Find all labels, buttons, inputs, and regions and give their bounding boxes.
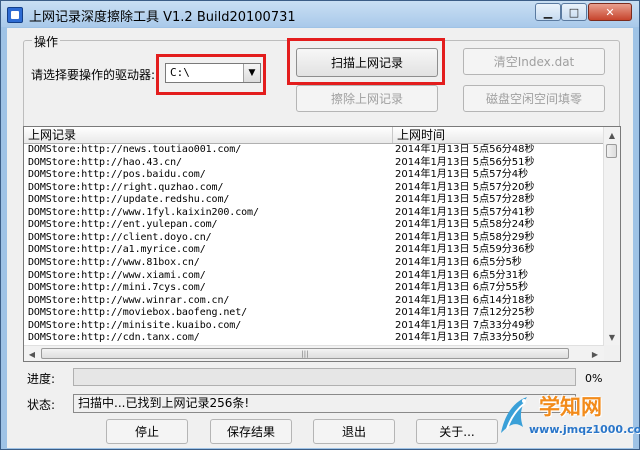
record-time-cell: 2014年1月13日 5点56分48秒 bbox=[395, 144, 535, 155]
record-time-cell: 2014年1月13日 5点57分4秒 bbox=[395, 169, 529, 181]
record-url-cell: DOMStore:http://a1.myrice.com/ bbox=[28, 244, 206, 256]
record-time-cell: 2014年1月13日 5点57分20秒 bbox=[395, 181, 535, 193]
record-time-cell: 2014年1月13日 5点59分36秒 bbox=[395, 244, 535, 256]
record-url-cell: DOMStore:http://mini.7cys.com/ bbox=[28, 282, 206, 294]
table-row[interactable]: DOMStore:http://www.winrar.com.cn/2014年1… bbox=[24, 295, 604, 307]
table-row[interactable]: DOMStore:http://a1.myrice.com/2014年1月13日… bbox=[24, 244, 604, 256]
save-results-button-label: 保存结果 bbox=[226, 425, 275, 439]
record-url-cell: DOMStore:http://news.toutiao001.com/ bbox=[28, 144, 242, 155]
about-button-label: 关于... bbox=[439, 425, 475, 439]
record-time-cell: 2014年1月13日 5点56分51秒 bbox=[395, 156, 535, 168]
vertical-scroll-thumb[interactable] bbox=[606, 144, 617, 158]
save-results-button[interactable]: 保存结果 bbox=[210, 419, 292, 444]
list-header: 上网记录 上网时间 bbox=[24, 127, 604, 144]
erase-button[interactable]: 擦除上网记录 bbox=[296, 85, 438, 112]
record-url-cell: DOMStore:http://pos.baidu.com/ bbox=[28, 169, 206, 181]
records-list[interactable]: 上网记录 上网时间 DOMStore:http://news.toutiao00… bbox=[23, 126, 621, 362]
clear-index-button[interactable]: 清空Index.dat bbox=[463, 48, 605, 75]
fill-free-space-button-label: 磁盘空闲空间填零 bbox=[485, 92, 582, 106]
stop-button-label: 停止 bbox=[134, 425, 159, 439]
record-time-cell: 2014年1月13日 5点57分28秒 bbox=[395, 194, 535, 206]
about-button[interactable]: 关于... bbox=[416, 419, 498, 444]
record-url-cell: DOMStore:http://ent.yulepan.com/ bbox=[28, 219, 218, 231]
scrollbar-corner bbox=[604, 345, 620, 361]
table-row[interactable]: DOMStore:http://news.toutiao001.com/2014… bbox=[24, 144, 604, 156]
scroll-down-icon[interactable]: ▼ bbox=[604, 329, 620, 345]
app-icon bbox=[7, 7, 23, 23]
record-url-cell: DOMStore:http://minisite.kuaibo.com/ bbox=[28, 319, 242, 331]
record-time-cell: 2014年1月13日 7点33分49秒 bbox=[395, 319, 535, 331]
table-row[interactable]: DOMStore:http://client.doyo.cn/2014年1月13… bbox=[24, 232, 604, 244]
record-url-cell: DOMStore:http://www.winrar.com.cn/ bbox=[28, 294, 230, 306]
record-url-cell: DOMStore:http://right.quzhao.com/ bbox=[28, 181, 224, 193]
table-row[interactable]: DOMStore:http://right.quzhao.com/2014年1月… bbox=[24, 182, 604, 194]
vertical-scrollbar[interactable]: ▲ ▼ bbox=[603, 127, 620, 345]
table-row[interactable]: DOMStore:http://mini.7cys.com/2014年1月13日… bbox=[24, 282, 604, 294]
minimize-icon: ▁ bbox=[543, 5, 553, 19]
record-url-cell: DOMStore:http://hao.43.cn/ bbox=[28, 156, 182, 168]
record-time-cell: 2014年1月13日 5点58分29秒 bbox=[395, 231, 535, 243]
record-url-cell: DOMStore:http://www.xiami.com/ bbox=[28, 269, 206, 281]
record-time-cell: 2014年1月13日 5点57分41秒 bbox=[395, 206, 535, 218]
exit-button-label: 退出 bbox=[341, 425, 366, 439]
drive-highlight-box bbox=[156, 54, 266, 95]
clear-index-button-label: 清空Index.dat bbox=[493, 55, 575, 69]
drive-label: 请选择要操作的驱动器: bbox=[31, 68, 156, 82]
horizontal-scrollbar[interactable]: ◀ ||| ▶ bbox=[24, 345, 604, 361]
close-button[interactable]: ✕ bbox=[588, 3, 632, 21]
record-url-cell: DOMStore:http://client.doyo.cn/ bbox=[28, 231, 212, 243]
record-time-cell: 2014年1月13日 6点14分18秒 bbox=[395, 294, 535, 306]
maximize-button[interactable]: □ bbox=[561, 3, 587, 21]
table-row[interactable]: DOMStore:http://hao.43.cn/2014年1月13日 5点5… bbox=[24, 157, 604, 169]
column-header-time[interactable]: 上网时间 bbox=[393, 127, 604, 143]
table-row[interactable]: DOMStore:http://www.xiami.com/2014年1月13日… bbox=[24, 270, 604, 282]
record-time-cell: 2014年1月13日 7点33分50秒 bbox=[395, 332, 535, 344]
app-window: 上网记录深度擦除工具 V1.2 Build20100731 ▁ □ ✕ 操作 请… bbox=[0, 0, 640, 450]
scan-highlight-box bbox=[287, 38, 445, 85]
title-bar[interactable]: 上网记录深度擦除工具 V1.2 Build20100731 ▁ □ ✕ bbox=[1, 1, 639, 27]
record-time-cell: 2014年1月13日 5点58分24秒 bbox=[395, 219, 535, 231]
progress-bar bbox=[73, 368, 576, 386]
minimize-button[interactable]: ▁ bbox=[535, 3, 561, 21]
record-url-cell: DOMStore:http://cdn.tanx.com/ bbox=[28, 332, 200, 344]
record-url-cell: DOMStore:http://www.1fyl.kaixin200.com/ bbox=[28, 206, 259, 218]
operations-group-title: 操作 bbox=[32, 33, 61, 50]
stop-button[interactable]: 停止 bbox=[106, 419, 188, 444]
table-row[interactable]: DOMStore:http://www.81box.cn/2014年1月13日 … bbox=[24, 257, 604, 269]
exit-button[interactable]: 退出 bbox=[313, 419, 395, 444]
progress-percent: 0% bbox=[585, 372, 603, 385]
close-icon: ✕ bbox=[605, 5, 615, 19]
record-url-cell: DOMStore:http://update.redshu.com/ bbox=[28, 194, 230, 206]
table-row[interactable]: DOMStore:http://cdn.tanx.com/2014年1月13日 … bbox=[24, 332, 604, 344]
horizontal-scroll-thumb[interactable]: ||| bbox=[41, 348, 569, 359]
record-time-cell: 2014年1月13日 6点7分55秒 bbox=[395, 282, 529, 294]
erase-button-label: 擦除上网记录 bbox=[330, 92, 403, 106]
record-time-cell: 2014年1月13日 7点12分25秒 bbox=[395, 307, 535, 319]
watermark-name: 学知网 bbox=[539, 395, 602, 419]
table-row[interactable]: DOMStore:http://moviebox.baofeng.net/201… bbox=[24, 307, 604, 319]
maximize-icon: □ bbox=[568, 5, 580, 19]
watermark-url: www.jmqz1000.com bbox=[529, 423, 640, 436]
column-header-record[interactable]: 上网记录 bbox=[24, 127, 393, 143]
scroll-left-icon[interactable]: ◀ bbox=[24, 346, 40, 361]
fill-free-space-button[interactable]: 磁盘空闲空间填零 bbox=[463, 85, 605, 112]
scroll-right-icon[interactable]: ▶ bbox=[587, 346, 603, 361]
table-row[interactable]: DOMStore:http://www.1fyl.kaixin200.com/2… bbox=[24, 207, 604, 219]
table-row[interactable]: DOMStore:http://minisite.kuaibo.com/2014… bbox=[24, 320, 604, 332]
table-row[interactable]: DOMStore:http://update.redshu.com/2014年1… bbox=[24, 194, 604, 206]
status-label: 状态: bbox=[27, 398, 56, 412]
record-time-cell: 2014年1月13日 6点5分31秒 bbox=[395, 269, 529, 281]
record-time-cell: 2014年1月13日 6点5分5秒 bbox=[395, 256, 522, 268]
table-row[interactable]: DOMStore:http://ent.yulepan.com/2014年1月1… bbox=[24, 219, 604, 231]
window-title: 上网记录深度擦除工具 V1.2 Build20100731 bbox=[29, 10, 296, 25]
watermark-bird-icon bbox=[501, 397, 527, 433]
scroll-up-icon[interactable]: ▲ bbox=[604, 127, 620, 143]
record-url-cell: DOMStore:http://www.81box.cn/ bbox=[28, 256, 200, 268]
list-rows: DOMStore:http://news.toutiao001.com/2014… bbox=[24, 144, 604, 345]
watermark: 学知网 www.jmqz1000.com bbox=[493, 385, 640, 449]
progress-label: 进度: bbox=[27, 372, 56, 386]
record-url-cell: DOMStore:http://moviebox.baofeng.net/ bbox=[28, 307, 248, 319]
grip-icon: ||| bbox=[301, 349, 309, 358]
table-row[interactable]: DOMStore:http://pos.baidu.com/2014年1月13日… bbox=[24, 169, 604, 181]
